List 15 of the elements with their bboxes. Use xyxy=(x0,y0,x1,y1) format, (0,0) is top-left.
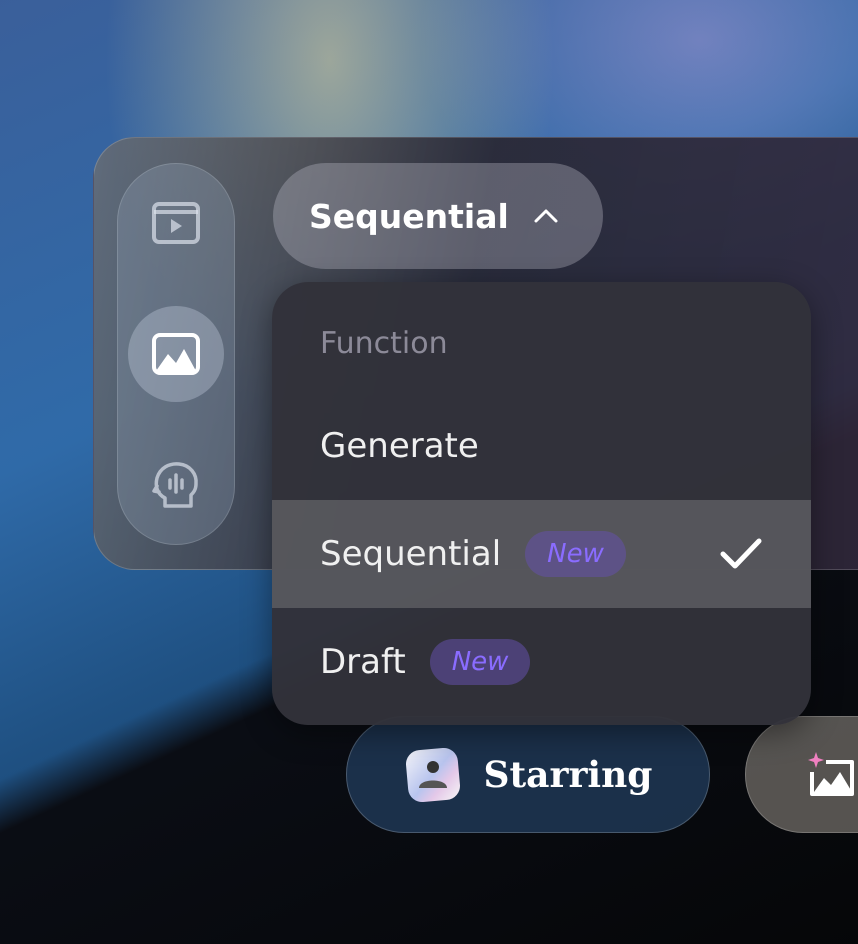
new-badge: New xyxy=(430,639,530,685)
menu-item-label: Generate xyxy=(320,426,479,466)
new-badge: New xyxy=(525,531,626,577)
mode-dropdown-button[interactable]: Sequential xyxy=(273,163,603,269)
menu-item[interactable]: Draft New xyxy=(272,608,811,716)
checkmark-icon xyxy=(719,537,763,571)
video-player-icon xyxy=(151,201,201,245)
menu-heading: Function xyxy=(319,325,449,363)
chevron-icon xyxy=(532,208,559,224)
menu-item-label: Sequential xyxy=(320,534,502,574)
head-voice-icon xyxy=(151,460,201,510)
menu-item[interactable]: Generate xyxy=(272,392,811,500)
menu-item-label: Draft xyxy=(320,642,406,682)
image-icon xyxy=(151,332,201,376)
menu-item[interactable]: Sequential New xyxy=(272,500,811,608)
